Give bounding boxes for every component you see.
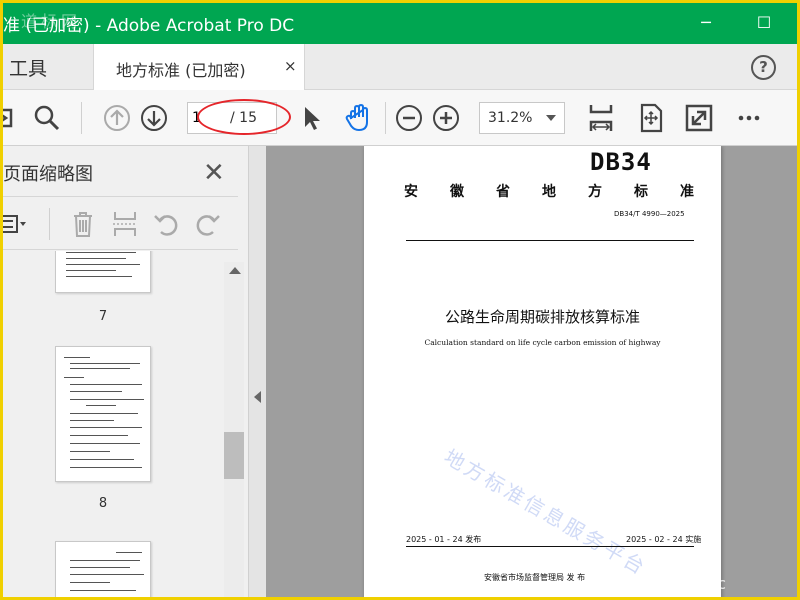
chevron-left-icon [254, 391, 261, 403]
page-thumbnail-8[interactable] [55, 346, 151, 482]
site-watermark: www.cnc [659, 574, 727, 593]
scroll-up-icon[interactable] [229, 267, 241, 274]
page-thumbnail-9[interactable] [55, 541, 151, 597]
implement-date: 2025 - 02 - 24 实施 [626, 535, 702, 544]
tab-document[interactable]: 地方标准 (已加密) × [93, 44, 305, 90]
chevron-down-icon [546, 115, 556, 121]
hand-tool-icon[interactable] [343, 102, 375, 134]
options-menu-icon[interactable] [3, 208, 29, 240]
app-window: 准 (已加密) - Adobe Acrobat Pro DC 道标网 ─ ☐ 工… [3, 3, 797, 597]
zoom-out-icon[interactable] [393, 102, 425, 134]
platform-watermark: 地方标准信息服务平台 [440, 444, 652, 581]
trash-icon[interactable] [67, 208, 99, 240]
title-watermark: 道标网 [21, 12, 82, 31]
document-page: DB34 安 徽 省 地 方 标 准 DB34/T 4990—2025 公路生命… [364, 146, 721, 597]
issuing-province: 安 徽 省 地 方 标 准 [404, 181, 694, 201]
panel-title: 页面缩略图 [3, 164, 93, 185]
province-char: 方 [588, 184, 602, 200]
title-bar: 准 (已加密) - Adobe Acrobat Pro DC 道标网 ─ ☐ [3, 3, 797, 44]
help-button[interactable]: ? [751, 55, 776, 80]
maximize-button[interactable]: ☐ [751, 11, 777, 35]
next-page-icon[interactable] [138, 102, 170, 134]
panel-close-icon[interactable]: ✕ [203, 158, 225, 188]
document-view: DB34 安 徽 省 地 方 标 准 DB34/T 4990—2025 公路生命… [266, 146, 797, 597]
thumbnail-number: 7 [98, 309, 108, 324]
tab-close-icon[interactable]: × [284, 57, 297, 75]
publisher: 安徽省市场监督管理局 发 布 [484, 573, 586, 582]
tab-bar: 工具 地方标准 (已加密) × ? [3, 44, 797, 90]
standard-number: DB34/T 4990—2025 [614, 210, 685, 218]
search-icon[interactable] [31, 102, 63, 134]
scrollbar-thumb[interactable] [224, 432, 244, 479]
panel-toolbar [3, 196, 238, 250]
more-options-icon[interactable] [733, 102, 765, 134]
panel-divider [49, 208, 50, 240]
publish-date: 2025 - 01 - 24 发布 [406, 535, 482, 544]
rotate-left-icon[interactable] [151, 208, 183, 240]
tab-document-label: 地方标准 (已加密) [116, 61, 246, 80]
thumbnail-number: 8 [98, 496, 108, 511]
footer-divider [406, 546, 694, 547]
page-thumbnail-7[interactable] [55, 251, 151, 293]
full-screen-icon[interactable] [683, 102, 715, 134]
zoom-in-icon[interactable] [430, 102, 462, 134]
rotate-right-icon[interactable] [191, 208, 223, 240]
document-title-en: Calculation standard on life cycle carbo… [424, 338, 661, 347]
province-char: 徽 [450, 184, 464, 200]
toolbar-divider [385, 102, 386, 134]
annotation-ellipse [197, 99, 291, 135]
province-char: 准 [680, 184, 694, 200]
main-toolbar: / 15 31.2% [3, 90, 797, 146]
fit-page-icon[interactable] [635, 102, 667, 134]
tab-tools[interactable]: 工具 [9, 54, 47, 81]
thumbnail-scrollbar[interactable] [224, 262, 244, 597]
standard-code: DB34 [590, 148, 652, 176]
province-char: 安 [404, 184, 418, 200]
province-char: 地 [542, 184, 556, 200]
thumbnail-panel: 页面缩略图 ✕ 7 8 [3, 146, 249, 597]
thumbnail-list: 7 8 [3, 251, 223, 597]
minimize-button[interactable]: ─ [693, 11, 719, 35]
previous-page-icon[interactable] [101, 102, 133, 134]
header-divider [406, 240, 694, 241]
zoom-value: 31.2% [488, 110, 533, 126]
toolbar-divider [81, 102, 82, 134]
extract-page-icon[interactable] [109, 208, 141, 240]
province-char: 省 [496, 184, 510, 200]
fit-width-icon[interactable] [585, 102, 617, 134]
panel-collapse-handle[interactable] [249, 146, 266, 597]
zoom-select[interactable]: 31.2% [479, 102, 565, 134]
province-char: 标 [634, 184, 648, 200]
print-icon[interactable] [3, 102, 21, 134]
document-title-cn: 公路生命周期碳排放核算标准 [444, 308, 640, 326]
select-cursor-icon[interactable] [295, 102, 327, 134]
